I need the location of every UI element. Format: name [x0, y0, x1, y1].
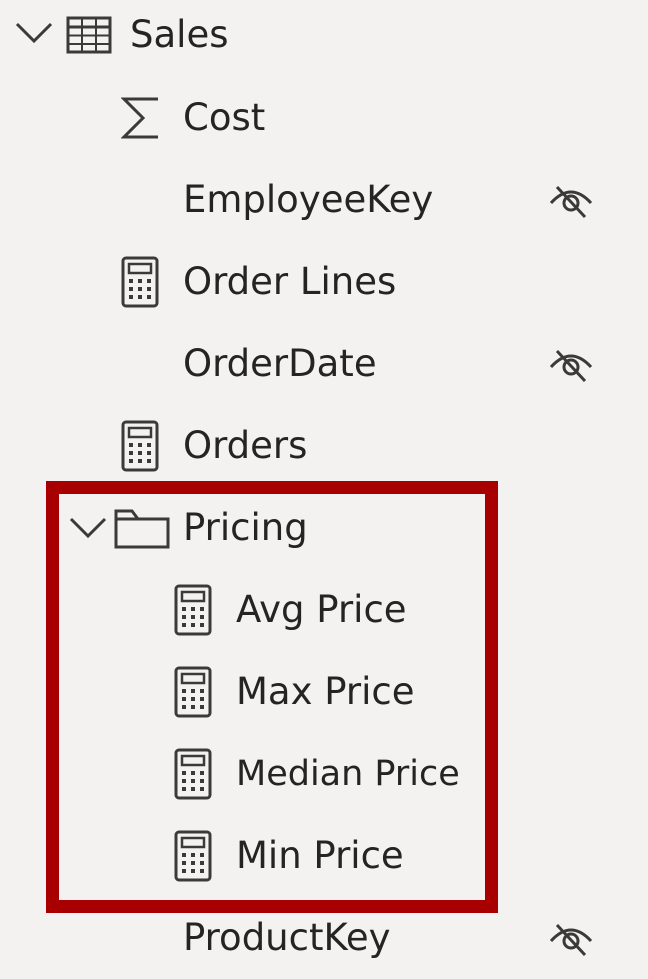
- field-label: Order Lines: [183, 260, 397, 303]
- hidden-eye-icon[interactable]: [548, 181, 594, 219]
- table-row-sales[interactable]: Sales: [0, 0, 648, 76]
- field-label: Orders: [183, 424, 308, 467]
- field-label: EmployeeKey: [183, 178, 434, 221]
- table-icon: [66, 16, 112, 54]
- table-name-label: Sales: [130, 13, 229, 56]
- highlight-annotation-box: [46, 481, 498, 913]
- chevron-down-icon[interactable]: [14, 20, 54, 46]
- field-label: OrderDate: [183, 342, 377, 385]
- field-row-orders[interactable]: Orders: [0, 405, 648, 487]
- field-row-orderdate[interactable]: OrderDate: [0, 323, 648, 405]
- field-row-employeekey[interactable]: EmployeeKey: [0, 159, 648, 241]
- calculator-icon: [121, 256, 159, 308]
- field-row-order-lines[interactable]: Order Lines: [0, 241, 648, 323]
- sigma-icon: [121, 97, 158, 139]
- calculator-icon: [121, 420, 159, 472]
- field-row-cost[interactable]: Cost: [0, 77, 648, 159]
- hidden-eye-icon[interactable]: [548, 919, 594, 957]
- field-label: Cost: [183, 96, 266, 139]
- hidden-eye-icon[interactable]: [548, 345, 594, 383]
